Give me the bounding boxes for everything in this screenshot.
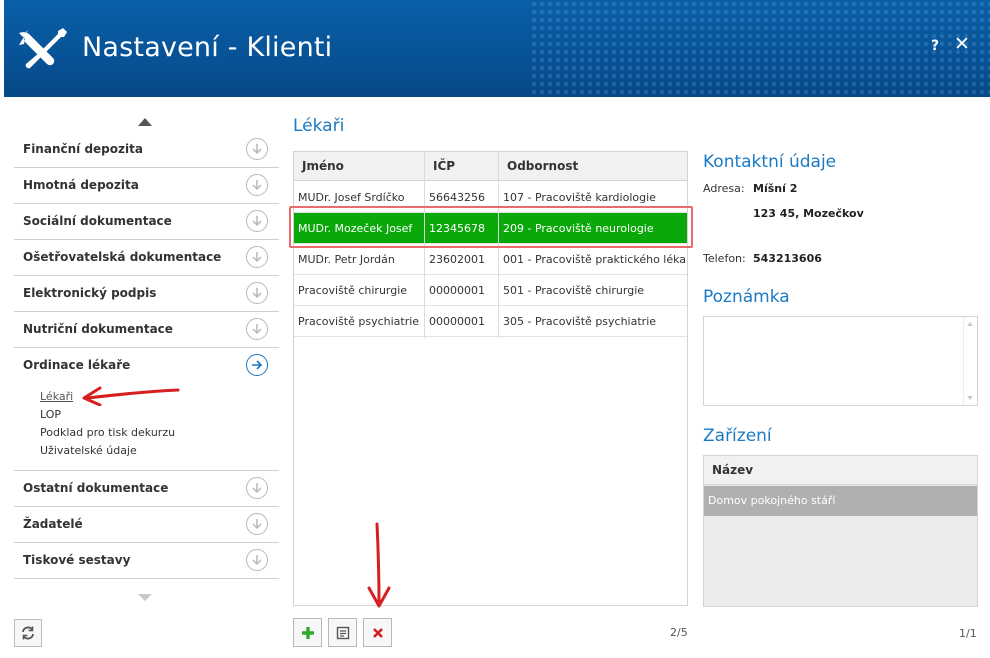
sidebar-item-zadatele[interactable]: Žadatelé xyxy=(14,507,279,543)
note-section-title: Poznámka xyxy=(703,287,790,307)
arrow-down-circle-icon[interactable] xyxy=(246,477,268,499)
arrow-right-circle-icon[interactable] xyxy=(246,354,268,376)
edit-document-icon xyxy=(336,626,349,639)
refresh-button[interactable] xyxy=(14,619,42,647)
sidebar-item-ordinace-lekare[interactable]: Ordinace lékaře Lékaři LOP Podklad pro t… xyxy=(14,348,279,471)
sidebar-item-label: Ostatní dokumentace xyxy=(23,481,169,495)
table-row[interactable]: Pracoviště psychiatrie 00000001 305 - Pr… xyxy=(294,306,687,337)
delete-x-icon xyxy=(372,627,383,638)
help-button[interactable]: ? xyxy=(931,38,939,54)
cell-nazev: Domov pokojného stáří xyxy=(708,494,836,507)
annotation-arrow-down-icon xyxy=(367,522,391,608)
doctors-grid-header: Jméno IČP Odbornost xyxy=(294,152,687,181)
cell-odbornost: 305 - Pracoviště psychiatrie xyxy=(503,315,657,328)
sidebar-item-label: Ošetřovatelská dokumentace xyxy=(23,250,222,264)
selection-highlight xyxy=(289,206,693,248)
sidebar-item-label: Žadatelé xyxy=(23,517,83,531)
add-button[interactable] xyxy=(293,618,322,647)
table-row[interactable]: Domov pokojného stáří xyxy=(704,486,977,516)
refresh-icon xyxy=(22,626,34,640)
devices-grid-header: Název xyxy=(704,456,977,485)
contact-section-title: Kontaktní údaje xyxy=(703,152,837,172)
cell-jmeno: Pracoviště psychiatrie xyxy=(298,315,420,328)
scroll-up-arrow[interactable] xyxy=(138,118,152,126)
arrow-down-circle-icon[interactable] xyxy=(246,246,268,268)
sidebar-item-elektronicky-podpis[interactable]: Elektronický podpis xyxy=(14,276,279,312)
devices-grid: Název Domov pokojného stáří xyxy=(703,455,978,607)
note-scrollbar[interactable] xyxy=(963,317,977,405)
sidebar-item-financni-depozita[interactable]: Finanční depozita xyxy=(14,132,279,168)
close-button[interactable]: ✕ xyxy=(954,33,970,55)
scroll-down-arrow[interactable] xyxy=(138,594,152,601)
cell-icp: 23602001 xyxy=(429,253,485,266)
cell-jmeno: MUDr. Petr Jordán xyxy=(298,253,395,266)
cell-icp: 00000001 xyxy=(429,315,485,328)
column-header-odbornost[interactable]: Odbornost xyxy=(499,152,578,181)
arrow-down-circle-icon[interactable] xyxy=(246,549,268,571)
header-pattern xyxy=(530,0,990,97)
arrow-down-circle-icon[interactable] xyxy=(246,138,268,160)
tools-icon xyxy=(19,28,67,69)
sidebar-subitem-podklad[interactable]: Podklad pro tisk dekurzu xyxy=(40,424,175,442)
column-header-nazev[interactable]: Název xyxy=(712,456,753,485)
sidebar-nav: Finanční depozita Hmotná depozita Sociál… xyxy=(14,132,279,579)
address-line2: 123 45, Mozečkov xyxy=(753,207,864,220)
devices-section-title: Zařízení xyxy=(703,426,772,446)
sidebar-item-label: Finanční depozita xyxy=(23,142,143,156)
sidebar-subitem-lop[interactable]: LOP xyxy=(40,406,175,424)
arrow-down-circle-icon[interactable] xyxy=(246,174,268,196)
title-bar: Nastavení - Klienti ? ✕ xyxy=(4,0,990,97)
column-header-icp[interactable]: IČP xyxy=(425,152,455,181)
delete-button[interactable] xyxy=(363,618,392,647)
table-row[interactable]: Pracoviště chirurgie 00000001 501 - Prac… xyxy=(294,275,687,306)
arrow-down-circle-icon[interactable] xyxy=(246,318,268,340)
arrow-down-circle-icon[interactable] xyxy=(246,513,268,535)
cell-odbornost: 501 - Pracoviště chirurgie xyxy=(503,284,645,297)
column-header-jmeno[interactable]: Jméno xyxy=(294,152,344,181)
phone-value: 543213606 xyxy=(753,252,822,265)
doctors-section-title: Lékaři xyxy=(293,116,345,136)
sidebar-item-hmotna-depozita[interactable]: Hmotná depozita xyxy=(14,168,279,204)
plus-icon xyxy=(301,626,314,639)
cell-jmeno: Pracoviště chirurgie xyxy=(298,284,408,297)
sidebar-subitem-uzivatelske-udaje[interactable]: Uživatelské údaje xyxy=(40,442,175,460)
sidebar-item-label: Hmotná depozita xyxy=(23,178,139,192)
scroll-up-icon[interactable] xyxy=(967,322,973,326)
table-row[interactable]: MUDr. Petr Jordán 23602001 001 - Pracovi… xyxy=(294,244,687,275)
sidebar-item-label: Tiskové sestavy xyxy=(23,553,131,567)
note-textarea[interactable] xyxy=(703,316,978,406)
address-line1: Míšní 2 xyxy=(753,182,798,195)
sidebar-item-nutricni-dokumentace[interactable]: Nutriční dokumentace xyxy=(14,312,279,348)
sidebar-item-tiskove-sestavy[interactable]: Tiskové sestavy xyxy=(14,543,279,579)
scroll-down-icon[interactable] xyxy=(967,396,973,400)
address-label: Adresa: xyxy=(703,182,745,195)
sidebar-item-osetrovatelska-dokumentace[interactable]: Ošetřovatelská dokumentace xyxy=(14,240,279,276)
sidebar-item-label: Sociální dokumentace xyxy=(23,214,172,228)
arrow-down-circle-icon[interactable] xyxy=(246,282,268,304)
arrow-down-circle-icon[interactable] xyxy=(246,210,268,232)
edit-button[interactable] xyxy=(328,618,357,647)
sidebar-item-label: Elektronický podpis xyxy=(23,286,157,300)
annotation-arrow-left-icon xyxy=(82,386,180,406)
sidebar-item-label: Nutriční dokumentace xyxy=(23,322,173,336)
page-title: Nastavení - Klienti xyxy=(82,32,333,63)
cell-odbornost: 001 - Pracoviště praktického lékaře... xyxy=(503,253,685,266)
devices-pager: 1/1 xyxy=(959,627,977,640)
cell-icp: 00000001 xyxy=(429,284,485,297)
phone-label: Telefon: xyxy=(703,252,746,265)
sidebar-item-ostatni-dokumentace[interactable]: Ostatní dokumentace xyxy=(14,471,279,507)
doctors-pager: 2/5 xyxy=(670,626,688,639)
sidebar-item-label: Ordinace lékaře xyxy=(23,358,131,372)
sidebar-item-socialni-dokumentace[interactable]: Sociální dokumentace xyxy=(14,204,279,240)
